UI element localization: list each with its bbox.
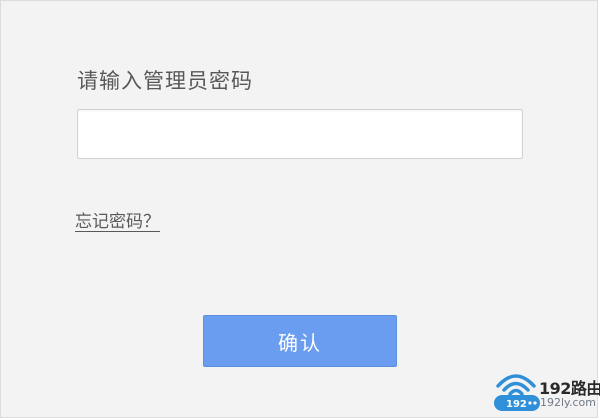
watermark-url: 192ly.com	[540, 396, 596, 409]
admin-password-input[interactable]	[77, 109, 523, 159]
forgot-password-link[interactable]: 忘记密码？	[75, 207, 160, 232]
confirm-button[interactable]: 确认	[203, 315, 397, 367]
password-prompt-label: 请输入管理员密码	[77, 69, 253, 93]
svg-text:192: 192	[506, 399, 527, 410]
login-panel: 请输入管理员密码 忘记密码？ 确认	[0, 0, 598, 418]
